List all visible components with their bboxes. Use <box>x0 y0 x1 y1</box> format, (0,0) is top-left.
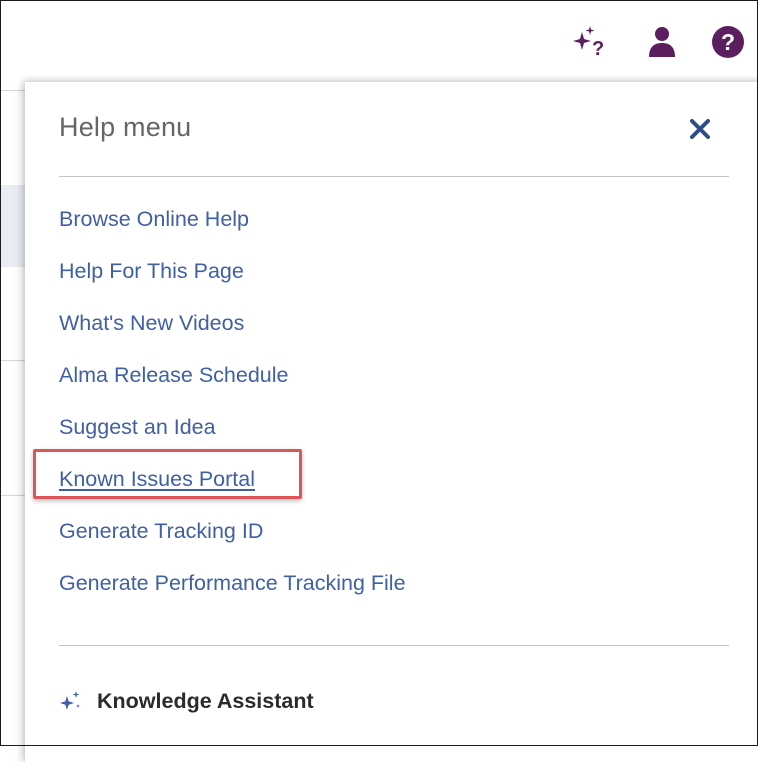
close-x-icon <box>690 119 710 139</box>
user-icon[interactable] <box>642 22 682 62</box>
menu-item-alma-release-schedule[interactable]: Alma Release Schedule <box>59 361 406 413</box>
background-divider <box>1 495 25 496</box>
background-divider <box>1 360 25 361</box>
ai-sparkle-help-icon[interactable]: ? <box>570 22 610 62</box>
question-circle-icon[interactable]: ? <box>708 22 748 62</box>
header-divider <box>59 176 729 177</box>
menu-item-generate-tracking-id[interactable]: Generate Tracking ID <box>59 517 406 569</box>
help-menu-list: Browse Online Help Help For This Page Wh… <box>59 205 406 621</box>
menu-item-whats-new-videos[interactable]: What's New Videos <box>59 309 406 361</box>
sparkle-icon <box>60 690 80 710</box>
background-divider <box>1 90 25 91</box>
svg-text:?: ? <box>592 38 604 60</box>
close-button[interactable] <box>685 114 715 144</box>
footer-divider <box>59 645 729 646</box>
menu-item-browse-online-help[interactable]: Browse Online Help <box>59 205 406 257</box>
background-page-row-highlight <box>1 185 25 267</box>
knowledge-assistant-link[interactable]: Knowledge Assistant <box>59 689 314 714</box>
menu-item-suggest-an-idea[interactable]: Suggest an Idea <box>59 413 406 465</box>
help-menu-title: Help menu <box>59 112 192 142</box>
knowledge-assistant-label: Knowledge Assistant <box>97 689 314 713</box>
menu-item-help-for-this-page[interactable]: Help For This Page <box>59 257 406 309</box>
menu-item-generate-performance-tracking-file[interactable]: Generate Performance Tracking File <box>59 569 406 621</box>
top-toolbar: ? ? <box>0 0 758 82</box>
help-menu-panel: Help menu Browse Online Help Help For Th… <box>25 82 758 762</box>
svg-text:?: ? <box>721 29 735 55</box>
menu-item-known-issues-portal[interactable]: Known Issues Portal <box>59 465 406 517</box>
